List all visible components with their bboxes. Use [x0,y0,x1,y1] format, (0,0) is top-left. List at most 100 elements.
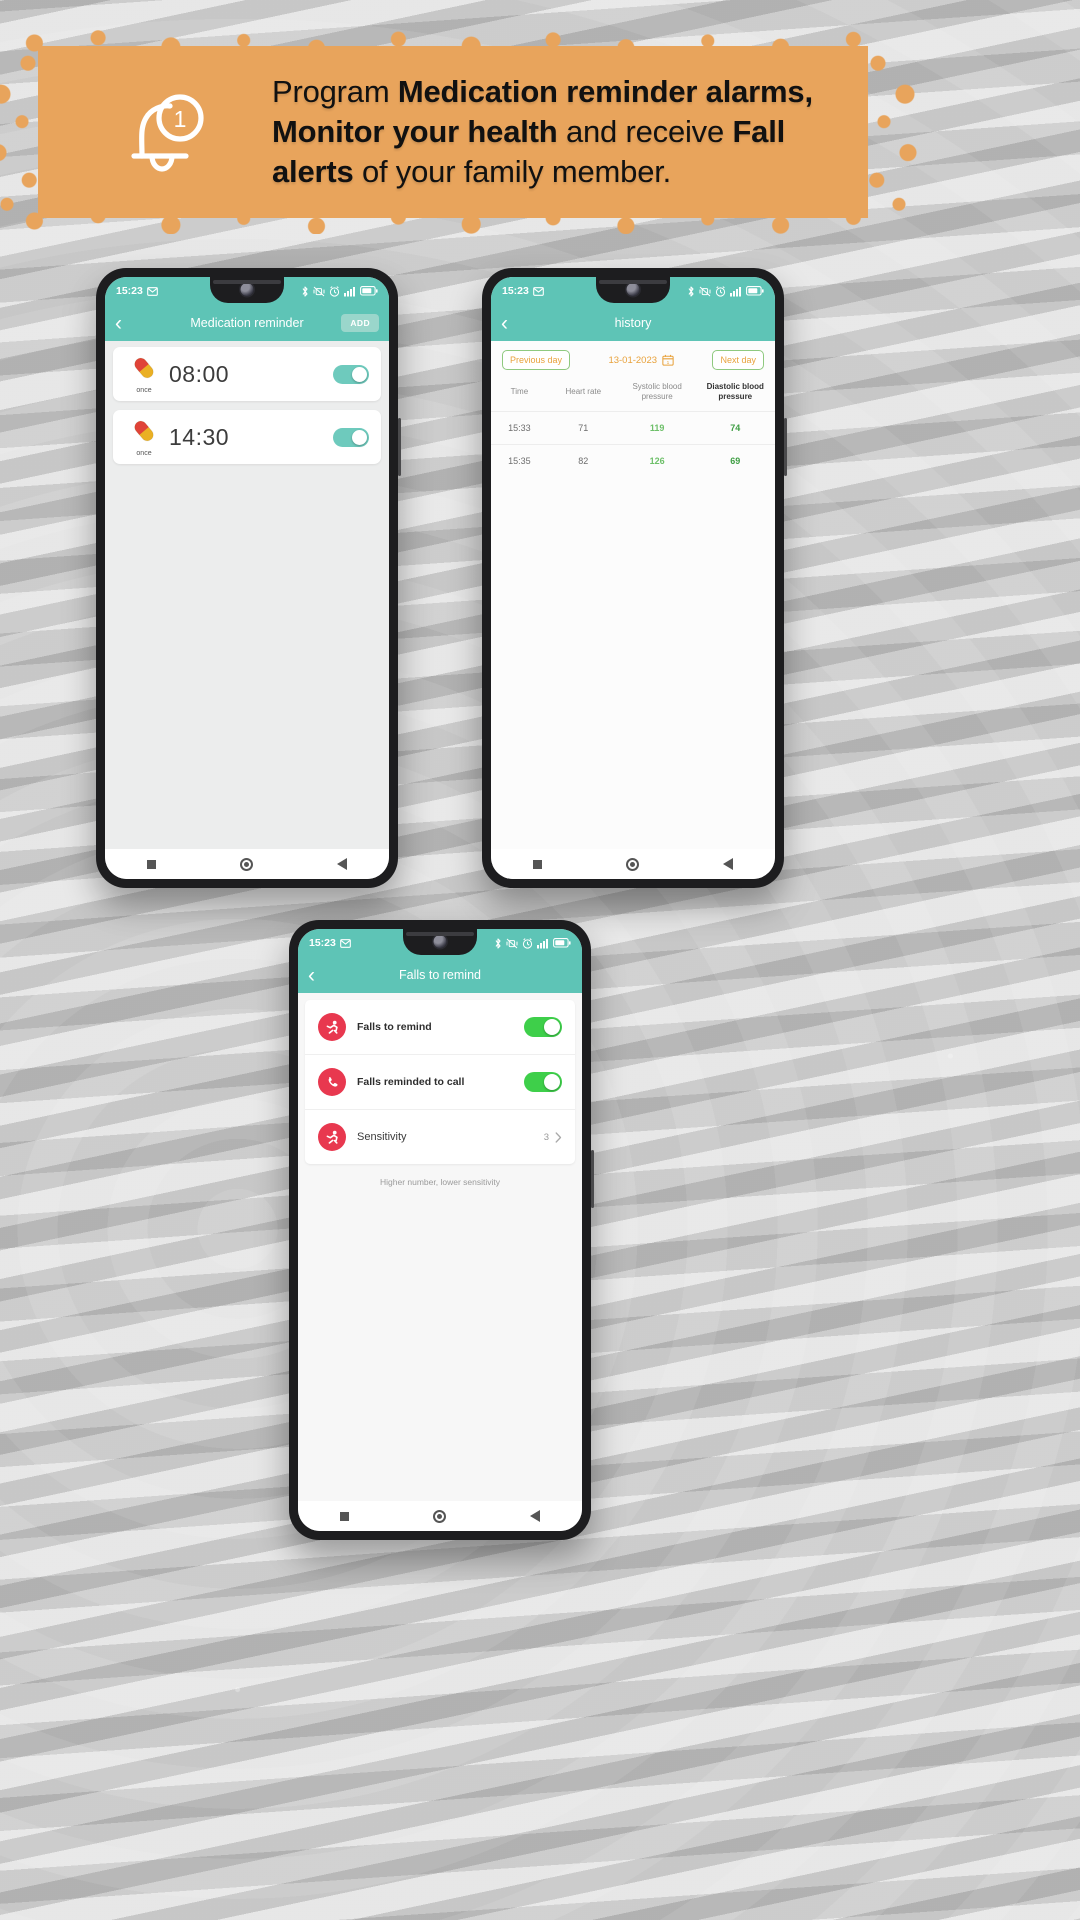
banner-line1-bold: Medication reminder alarms, [397,74,813,110]
col-header-time: Time [510,387,529,396]
list-item[interactable]: once 08:00 [113,347,381,401]
banner-line2-mid: and receive [557,114,733,150]
vibrate-off-icon [699,286,711,296]
reminder-toggle[interactable] [333,364,369,384]
selected-date[interactable]: 13-01-2023 1 [608,354,674,366]
recents-button[interactable] [147,859,156,869]
alarm-icon [715,285,726,297]
reminder-time: 08:00 [169,360,230,387]
pill-icon [134,357,154,378]
app-header-falls: ‹ Falls to remind [298,957,582,993]
bluetooth-icon [688,285,694,297]
bluetooth-icon [495,937,501,949]
falls-to-remind-toggle[interactable] [524,1017,562,1037]
banner-line3-bold: alerts [272,153,354,189]
bell-with-badge-icon: 1 [131,94,204,172]
col-header-heart-rate: Heart rate [565,387,602,396]
phone2-side-button[interactable] [784,418,787,476]
setting-label: Falls to remind [357,1021,432,1033]
app-header-medication: ‹ Medication reminder ADD [105,305,389,341]
back-button[interactable] [337,858,347,870]
back-button[interactable] [530,1510,540,1522]
banner-edge-bottom [0,208,908,234]
cell-heart-rate: 82 [547,444,619,477]
history-content: Previous day 13-01-2023 1 Next day Time … [491,341,775,849]
page-title: Falls to remind [399,968,481,982]
phone3-side-button[interactable] [591,1150,594,1208]
home-button[interactable] [626,857,639,871]
recents-button[interactable] [340,1511,349,1521]
svg-text:1: 1 [667,360,670,366]
phone-icon [318,1068,346,1096]
android-nav-bar [105,849,389,879]
chevron-right-icon[interactable] [555,1131,562,1143]
phone-medication-reminder: 15:23 ‹ Medication reminder ADD once 08:… [96,268,401,888]
pill-icon-wrap: once [125,355,163,394]
earpiece-speaker [599,280,667,284]
signal-icon [537,938,548,948]
vibrate-off-icon [313,286,325,296]
front-camera-icon [433,935,447,948]
alarm-icon [329,285,340,297]
phone-falls-to-remind: 15:23 ‹ Falls to remind Falls to remind … [289,920,594,1540]
cell-diastolic: 69 [695,444,775,477]
col-header-diastolic: Diastolic blood pressure [706,382,764,401]
mail-icon [340,938,351,948]
battery-icon [746,286,764,296]
repeat-label: once [136,449,152,457]
cell-time: 15:33 [491,411,548,445]
bluetooth-icon [302,285,308,297]
reminder-toggle[interactable] [333,427,369,447]
add-button[interactable]: ADD [341,314,379,332]
banner-line2-bold: Monitor your health [272,114,558,150]
back-chevron-icon[interactable]: ‹ [308,965,330,986]
banner-line1-prefix: Program [272,74,398,110]
signal-icon [730,286,741,296]
battery-icon [553,938,571,948]
falling-person-icon [318,1013,346,1041]
banner-text: Program Medication reminder alarms, Moni… [272,72,813,191]
table-row: 15:35 82 126 69 [491,444,775,477]
medication-list: once 08:00 once 14:30 [105,341,389,849]
sensitivity-hint: Higher number, lower sensitivity [380,1177,500,1187]
cell-heart-rate: 71 [547,411,619,445]
back-chevron-icon[interactable]: ‹ [501,313,523,334]
home-button[interactable] [433,1509,446,1523]
list-item-falls-to-remind[interactable]: Falls to remind [305,1000,575,1055]
reminder-time: 14:30 [169,423,230,450]
list-item-falls-reminded-to-call[interactable]: Falls reminded to call [305,1055,575,1110]
falls-reminded-to-call-toggle[interactable] [524,1072,562,1092]
phone1-side-button[interactable] [398,418,401,476]
col-header-systolic: Systolic blood pressure [632,382,682,401]
front-camera-icon [626,283,640,296]
phone-history: 15:23 ‹ history Previous day 13-01-2023 [482,268,787,888]
cell-systolic: 126 [618,444,696,477]
home-button[interactable] [240,857,253,871]
setting-label: Falls reminded to call [357,1076,465,1088]
next-day-button[interactable]: Next day [712,350,764,370]
mail-icon [533,286,544,296]
previous-day-button[interactable]: Previous day [502,350,571,370]
front-camera-icon [240,283,254,296]
mail-icon [147,286,158,296]
list-item[interactable]: once 14:30 [113,410,381,464]
pill-icon [134,420,154,441]
earpiece-speaker [213,280,281,284]
history-table: Time Heart rate Systolic blood pressure … [491,378,775,477]
recents-button[interactable] [533,859,542,869]
app-header-history: ‹ history [491,305,775,341]
calendar-icon[interactable]: 1 [662,354,674,366]
banner-line2-bold2: Fall [732,114,786,150]
status-time: 15:23 [309,937,336,949]
pill-icon-wrap: once [125,418,163,457]
status-time: 15:23 [502,285,529,297]
settings-card: Falls to remind Falls reminded to call S… [305,1000,575,1164]
battery-icon [360,286,378,296]
back-button[interactable] [723,858,733,870]
earpiece-speaker [406,932,474,936]
cell-systolic: 119 [618,411,696,445]
list-item-sensitivity[interactable]: Sensitivity 3 [305,1110,575,1164]
cell-time: 15:35 [491,444,548,477]
back-chevron-icon[interactable]: ‹ [115,313,137,334]
table-header-row: Time Heart rate Systolic blood pressure … [491,378,775,412]
